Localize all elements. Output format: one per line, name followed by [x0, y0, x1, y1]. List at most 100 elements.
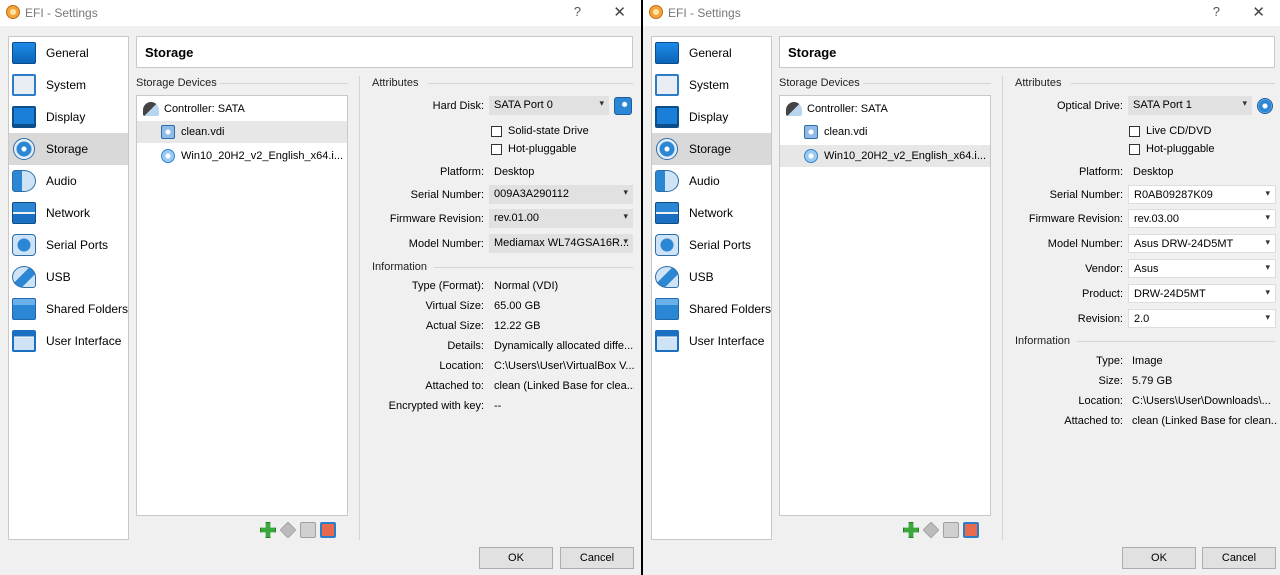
- sidebar-item-shared-folders[interactable]: Shared Folders: [652, 293, 771, 325]
- close-button[interactable]: ✕: [1252, 3, 1265, 21]
- sidebar-item-system[interactable]: System: [652, 69, 771, 101]
- checkbox-box: [491, 125, 502, 137]
- help-button[interactable]: ?: [574, 4, 581, 19]
- sidebar-item-general[interactable]: General: [9, 37, 128, 69]
- solid-state-drive-checkbox[interactable]: Solid-state Drive: [491, 125, 589, 137]
- display-icon: [12, 106, 36, 128]
- sidebar-item-label: USB: [689, 270, 714, 284]
- add-attachment-icon[interactable]: [279, 521, 297, 539]
- choose-hard-disk-icon[interactable]: [614, 97, 632, 115]
- sidebar-item-serial-ports[interactable]: Serial Ports: [9, 229, 128, 261]
- product-field[interactable]: DRW-24D5MT: [1128, 284, 1276, 303]
- firmware-revision-label: Firmware Revision:: [1028, 213, 1123, 225]
- page-title: Storage: [788, 45, 837, 60]
- sidebar-item-shared-folders[interactable]: Shared Folders: [9, 293, 128, 325]
- add-controller-icon[interactable]: [903, 522, 919, 538]
- sidebar-item-label: Display: [46, 110, 86, 124]
- sidebar-item-label: General: [46, 46, 89, 60]
- choose-optical-disk-icon[interactable]: [1257, 98, 1273, 114]
- tree-item-label: clean.vdi: [181, 126, 225, 138]
- sidebar-item-audio[interactable]: Audio: [652, 165, 771, 197]
- splitter-handle[interactable]: [1002, 76, 1003, 540]
- audio-icon: [655, 170, 679, 192]
- vendor-field[interactable]: Asus: [1128, 259, 1276, 278]
- network-icon: [12, 202, 36, 224]
- sidebar-item-display[interactable]: Display: [652, 101, 771, 133]
- sidebar-item-network[interactable]: Network: [9, 197, 128, 229]
- tree-item-win10-iso[interactable]: Win10_20H2_v2_English_x64.i...: [780, 145, 990, 167]
- page-header: Storage: [136, 36, 633, 68]
- firmware-revision-field[interactable]: rev.03.00: [1128, 209, 1276, 228]
- sidebar-item-user-interface[interactable]: User Interface: [652, 325, 771, 357]
- ok-button[interactable]: OK: [479, 547, 553, 569]
- live-cd-dvd-checkbox[interactable]: Live CD/DVD: [1129, 125, 1211, 137]
- serial-number-field[interactable]: R0AB09287K09: [1128, 185, 1276, 204]
- hard-disk-icon: [804, 125, 818, 139]
- tree-item-win10-iso[interactable]: Win10_20H2_v2_English_x64.i...: [137, 145, 347, 167]
- select-value: Asus DRW-24D5MT: [1134, 238, 1234, 250]
- firmware-revision-field[interactable]: rev.01.00: [489, 209, 633, 228]
- model-number-field[interactable]: Mediamax WL74GSA16R...: [489, 234, 633, 253]
- model-number-field[interactable]: Asus DRW-24D5MT: [1128, 234, 1276, 253]
- tree-item-clean-vdi[interactable]: clean.vdi: [137, 121, 347, 143]
- add-attachment-icon[interactable]: [922, 521, 940, 539]
- sidebar-item-general[interactable]: General: [652, 37, 771, 69]
- sidebar-item-display[interactable]: Display: [9, 101, 128, 133]
- sidebar-item-system[interactable]: System: [9, 69, 128, 101]
- information-label: Information: [1015, 335, 1071, 347]
- help-button[interactable]: ?: [1213, 4, 1220, 19]
- sidebar-item-label: USB: [46, 270, 71, 284]
- remove-controller-icon[interactable]: [963, 522, 979, 538]
- splitter-handle[interactable]: [359, 76, 360, 540]
- select-value: rev.03.00: [1134, 213, 1180, 225]
- shared-folders-icon: [655, 298, 679, 320]
- usb-icon: [655, 266, 679, 288]
- sidebar-item-user-interface[interactable]: User Interface: [9, 325, 128, 357]
- remove-attachment-icon[interactable]: [943, 522, 959, 538]
- tree-item-controller-sata[interactable]: Controller: SATA: [780, 98, 990, 120]
- serial-number-field[interactable]: 009A3A290112: [489, 185, 633, 204]
- revision-field[interactable]: 2.0: [1128, 309, 1276, 328]
- sidebar-item-storage[interactable]: Storage: [9, 133, 128, 165]
- settings-sidebar: General System Display Storage Audio Net…: [8, 36, 129, 540]
- network-icon: [655, 202, 679, 224]
- sidebar-item-label: System: [689, 78, 730, 92]
- optical-drive-port-select[interactable]: SATA Port 1: [1128, 96, 1252, 115]
- ok-button[interactable]: OK: [1122, 547, 1196, 569]
- sidebar-item-label: User Interface: [689, 334, 765, 348]
- remove-attachment-icon[interactable]: [300, 522, 316, 538]
- hot-pluggable-checkbox[interactable]: Hot-pluggable: [491, 143, 577, 155]
- sidebar-item-label: Storage: [689, 142, 732, 156]
- sidebar-item-label: Serial Ports: [46, 238, 109, 252]
- sidebar-item-audio[interactable]: Audio: [9, 165, 128, 197]
- storage-icon: [13, 138, 35, 160]
- tree-item-controller-sata[interactable]: Controller: SATA: [137, 98, 347, 120]
- hard-disk-port-select[interactable]: SATA Port 0: [489, 96, 609, 115]
- sidebar-item-usb[interactable]: USB: [9, 261, 128, 293]
- sidebar-item-network[interactable]: Network: [652, 197, 771, 229]
- sidebar-item-serial-ports[interactable]: Serial Ports: [652, 229, 771, 261]
- divider: [863, 83, 991, 84]
- checkbox-label: Hot-pluggable: [1146, 143, 1215, 155]
- checkbox-box: [1129, 125, 1140, 137]
- remove-controller-icon[interactable]: [320, 522, 336, 538]
- close-button[interactable]: ✕: [613, 3, 626, 21]
- tree-item-clean-vdi[interactable]: clean.vdi: [780, 121, 990, 143]
- add-controller-icon[interactable]: [260, 522, 276, 538]
- select-value: rev.01.00: [494, 212, 540, 224]
- audio-icon: [12, 170, 36, 192]
- info-label: Actual Size:: [425, 320, 484, 332]
- cancel-button[interactable]: Cancel: [560, 547, 634, 569]
- hot-pluggable-checkbox[interactable]: Hot-pluggable: [1129, 143, 1215, 155]
- select-value: Asus: [1134, 263, 1159, 275]
- hard-disk-label: Hard Disk:: [432, 100, 484, 112]
- cancel-button[interactable]: Cancel: [1202, 547, 1276, 569]
- storage-devices-label: Storage Devices: [136, 77, 217, 89]
- storage-devices-tree: Controller: SATA clean.vdi Win10_20H2_v2…: [136, 95, 348, 516]
- window-title: EFI - Settings: [668, 6, 741, 20]
- sidebar-item-storage[interactable]: Storage: [652, 133, 771, 165]
- info-value: --: [494, 400, 502, 412]
- virtualbox-app-icon: [6, 5, 20, 19]
- sidebar-item-usb[interactable]: USB: [652, 261, 771, 293]
- sidebar-item-label: Audio: [689, 174, 720, 188]
